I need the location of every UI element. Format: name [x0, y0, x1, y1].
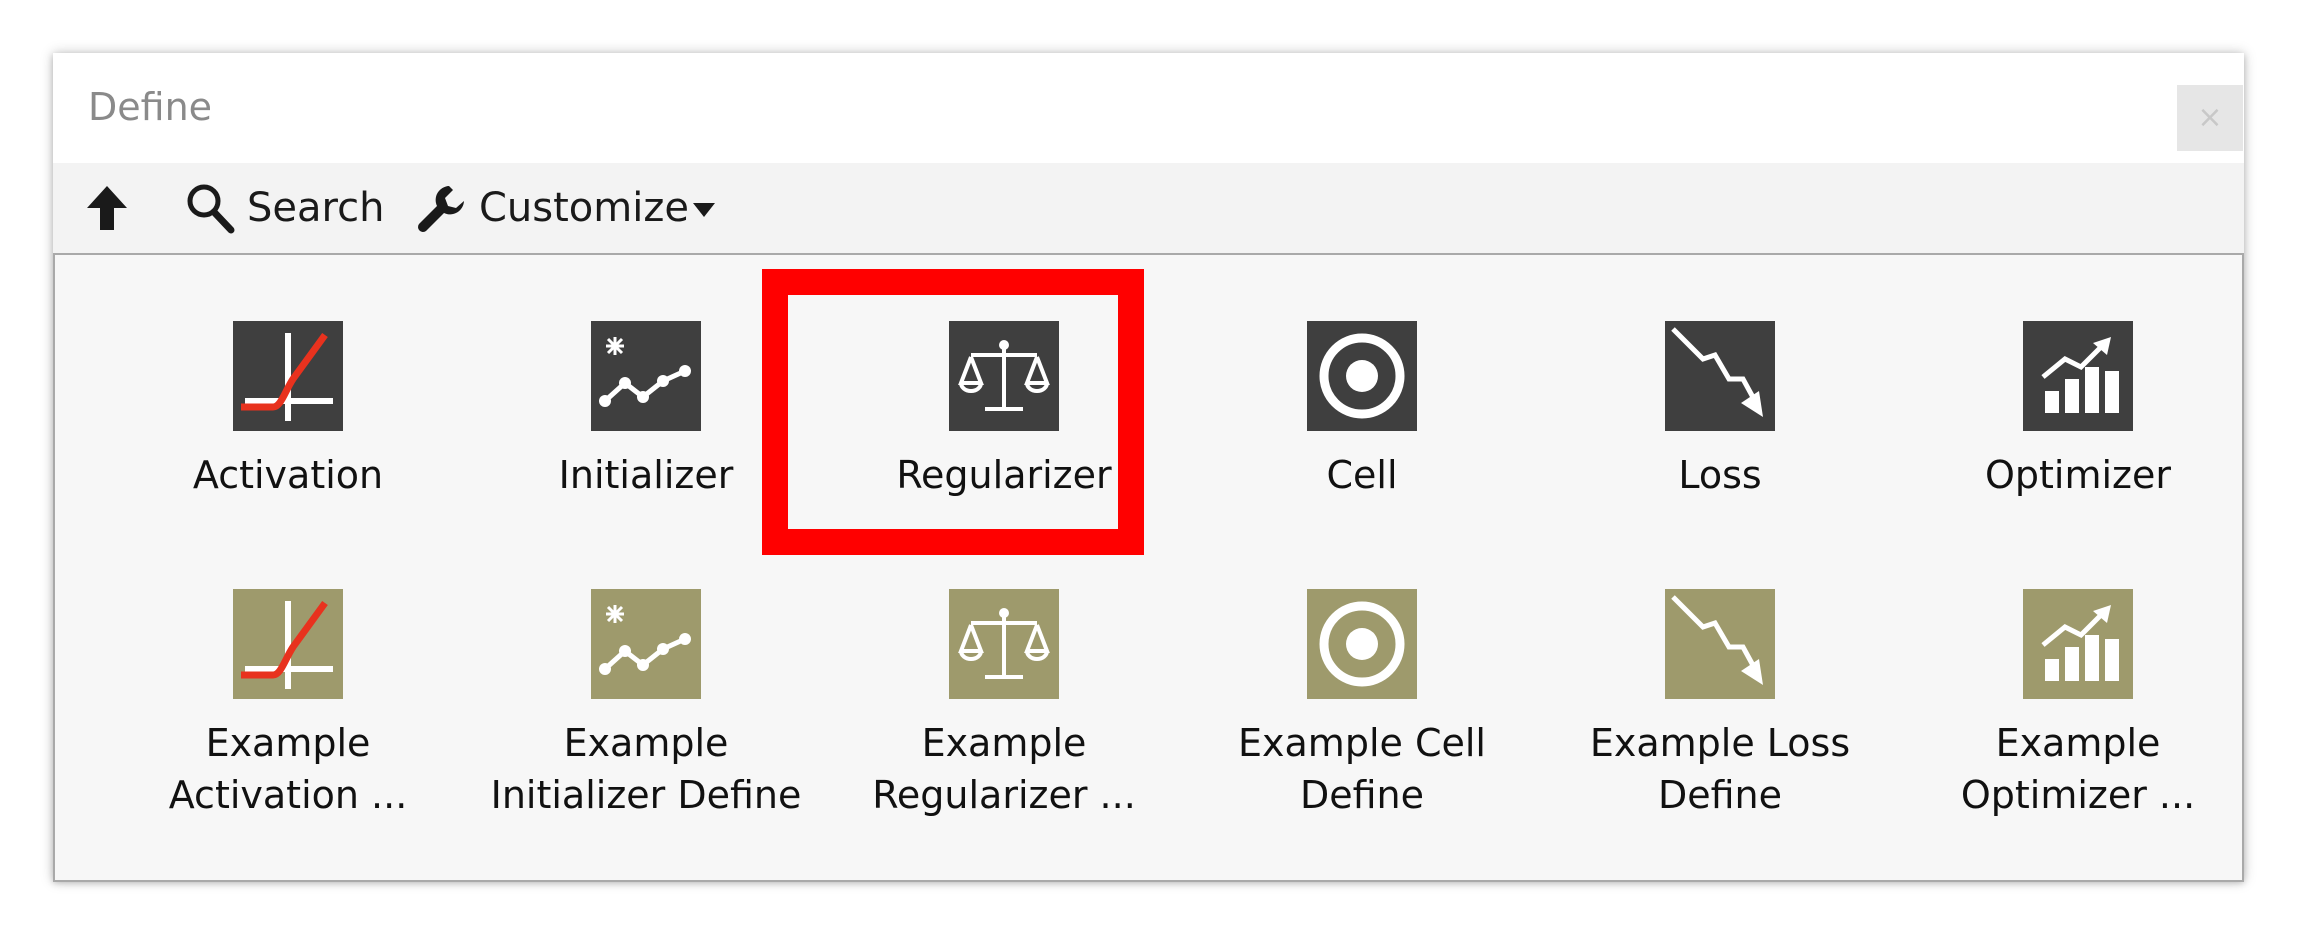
optimizer-icon: [2023, 321, 2133, 431]
tile-example-cell[interactable]: Example Cell Define: [1197, 589, 1527, 829]
magnifier-icon: [187, 184, 235, 234]
arrow-up-icon: [87, 186, 127, 230]
tile-label: Regularizer: [896, 453, 1112, 497]
scales-icon: [949, 321, 1059, 431]
initializer-icon: [591, 589, 701, 699]
title-bar[interactable]: Define ×: [53, 53, 2244, 163]
close-button[interactable]: ×: [2177, 85, 2243, 151]
customize-label: Customize: [479, 185, 689, 231]
tile-label: Example Initializer Define: [490, 721, 802, 817]
search-button[interactable]: Search: [185, 163, 384, 253]
initializer-icon: [591, 321, 701, 431]
optimizer-icon: [2023, 589, 2133, 699]
search-label: Search: [247, 185, 385, 231]
tile-label: Example Loss Define: [1589, 721, 1851, 817]
tile-label: Example Cell Define: [1238, 721, 1486, 817]
up-button[interactable]: [85, 163, 129, 253]
tile-example-loss[interactable]: Example Loss Define: [1555, 589, 1885, 829]
wrench-icon: [418, 186, 464, 232]
loss-icon: [1665, 589, 1775, 699]
customize-menu[interactable]: Customize: [415, 163, 715, 253]
tile-label: Optimizer: [1984, 453, 2171, 497]
define-window: Define × Search Customize Activation Ini…: [53, 53, 2244, 882]
tile-example-regularizer[interactable]: Example Regularizer ...: [839, 589, 1169, 829]
dropdown-arrow-icon: [692, 203, 715, 217]
tile-regularizer[interactable]: Regularizer: [839, 321, 1169, 561]
toolbar: Search Customize: [53, 163, 2244, 253]
tile-initializer[interactable]: Initializer: [481, 321, 811, 561]
tile-label: Cell: [1326, 453, 1398, 497]
cell-icon: [1307, 321, 1417, 431]
tile-label: Example Activation ...: [168, 721, 408, 817]
activation-icon: [233, 321, 343, 431]
tile-label: Example Optimizer ...: [1960, 721, 2196, 817]
tile-loss[interactable]: Loss: [1555, 321, 1885, 561]
tile-cell[interactable]: Cell: [1197, 321, 1527, 561]
tile-label: Initializer: [558, 453, 734, 497]
tile-label: Loss: [1678, 453, 1762, 497]
items-panel: Activation Initializer Regularizer Cell …: [53, 253, 2244, 882]
window-title: Define: [88, 85, 213, 129]
tile-activation[interactable]: Activation: [123, 321, 453, 561]
tile-label: Example Regularizer ...: [872, 721, 1136, 817]
loss-icon: [1665, 321, 1775, 431]
tile-optimizer[interactable]: Optimizer: [1913, 321, 2243, 561]
activation-icon: [233, 589, 343, 699]
cell-icon: [1307, 589, 1417, 699]
tile-label: Activation: [192, 453, 384, 497]
tile-example-activation[interactable]: Example Activation ...: [123, 589, 453, 829]
tile-example-initializer[interactable]: Example Initializer Define: [481, 589, 811, 829]
scales-icon: [949, 589, 1059, 699]
tile-example-optimizer[interactable]: Example Optimizer ...: [1913, 589, 2243, 829]
